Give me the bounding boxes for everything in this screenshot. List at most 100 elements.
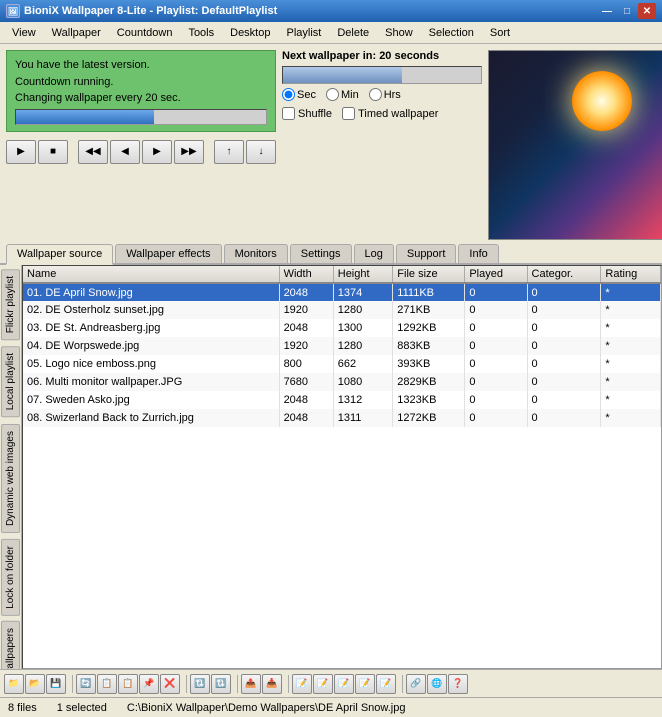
- tab-settings[interactable]: Settings: [290, 244, 352, 263]
- toolbar-button-8[interactable]: ❌: [160, 674, 180, 694]
- top-panel: You have the latest version. Countdown r…: [0, 44, 662, 244]
- tab-wallpaper-effects[interactable]: Wallpaper effects: [115, 244, 221, 263]
- menu-item-sort[interactable]: Sort: [482, 25, 518, 41]
- prev-prev-button[interactable]: ◀◀: [78, 140, 108, 164]
- toolbar-button-22[interactable]: 🔗: [406, 674, 426, 694]
- table-row[interactable]: 01. DE April Snow.jpg204813741111KB00*: [23, 283, 661, 301]
- toolbar-button-10[interactable]: 🔃: [190, 674, 210, 694]
- menu-item-tools[interactable]: Tools: [180, 25, 222, 41]
- status-line3: Changing wallpaper every 20 sec.: [15, 90, 267, 107]
- sidebar-tab-dynamic-web-images[interactable]: Dynamic web images: [1, 424, 20, 533]
- menu-item-playlist[interactable]: Playlist: [278, 25, 329, 41]
- menu-item-wallpaper[interactable]: Wallpaper: [44, 25, 109, 41]
- close-button[interactable]: ✕: [638, 3, 656, 19]
- maximize-button[interactable]: □: [618, 3, 636, 19]
- play-button[interactable]: ▶: [6, 140, 36, 164]
- cell-name: 03. DE St. Andreasberg.jpg: [23, 319, 279, 337]
- toolbar-button-4[interactable]: 🔄: [76, 674, 96, 694]
- shuffle-label: Shuffle: [298, 108, 332, 120]
- tab-monitors[interactable]: Monitors: [224, 244, 288, 263]
- cell-width: 2048: [279, 409, 333, 427]
- toolbar-button-2[interactable]: 💾: [46, 674, 66, 694]
- column-header-file-size[interactable]: File size: [393, 266, 465, 283]
- toolbar-button-16[interactable]: 📝: [292, 674, 312, 694]
- toolbar-button-11[interactable]: 🔃: [211, 674, 231, 694]
- table-row[interactable]: 05. Logo nice emboss.png800662393KB00*: [23, 355, 661, 373]
- cell-height: 662: [333, 355, 393, 373]
- toolbar-button-14[interactable]: 📥: [262, 674, 282, 694]
- prev-button[interactable]: ◀: [110, 140, 140, 164]
- cell-categor.: 0: [527, 337, 601, 355]
- toolbar-separator: [399, 675, 403, 693]
- hrs-radio-group: Hrs: [369, 88, 401, 101]
- cell-file-size: 1323KB: [393, 391, 465, 409]
- toolbar-separator: [234, 675, 238, 693]
- sidebar-tab-flickr-playlist[interactable]: Flickr playlist: [1, 269, 20, 340]
- cell-rating: *: [601, 337, 661, 355]
- menu-item-view[interactable]: View: [4, 25, 44, 41]
- column-header-name[interactable]: Name: [23, 266, 279, 283]
- cell-height: 1300: [333, 319, 393, 337]
- selected-count: 1 selected: [57, 702, 107, 714]
- column-header-rating[interactable]: Rating: [601, 266, 661, 283]
- toolbar-button-18[interactable]: 📝: [334, 674, 354, 694]
- column-header-height[interactable]: Height: [333, 266, 393, 283]
- toolbar-button-19[interactable]: 📝: [355, 674, 375, 694]
- min-radio[interactable]: [326, 88, 339, 101]
- menu-item-selection[interactable]: Selection: [421, 25, 482, 41]
- menu-item-countdown[interactable]: Countdown: [109, 25, 181, 41]
- column-header-categor.[interactable]: Categor.: [527, 266, 601, 283]
- menu-item-show[interactable]: Show: [377, 25, 421, 41]
- toolbar-button-5[interactable]: 📋: [97, 674, 117, 694]
- column-header-played[interactable]: Played: [465, 266, 527, 283]
- cell-name: 08. Swizerland Back to Zurrich.jpg: [23, 409, 279, 427]
- tab-log[interactable]: Log: [354, 244, 394, 263]
- toolbar-button-13[interactable]: 📤: [241, 674, 261, 694]
- info-panel: You have the latest version. Countdown r…: [6, 50, 276, 238]
- toolbar-button-17[interactable]: 📝: [313, 674, 333, 694]
- sidebar-tab-lock-on-folder[interactable]: Lock on folder: [1, 539, 20, 616]
- file-list-area: NameWidthHeightFile sizePlayedCategor.Ra…: [22, 265, 662, 669]
- down-button[interactable]: ↓: [246, 140, 276, 164]
- cell-width: 1920: [279, 337, 333, 355]
- cell-rating: *: [601, 391, 661, 409]
- toolbar-button-0[interactable]: 📁: [4, 674, 24, 694]
- next-next-button[interactable]: ▶▶: [174, 140, 204, 164]
- table-row[interactable]: 04. DE Worpswede.jpg19201280883KB00*: [23, 337, 661, 355]
- toolbar-button-20[interactable]: 📝: [376, 674, 396, 694]
- column-header-width[interactable]: Width: [279, 266, 333, 283]
- tab-support[interactable]: Support: [396, 244, 457, 263]
- tab-info[interactable]: Info: [458, 244, 498, 263]
- table-row[interactable]: 03. DE St. Andreasberg.jpg204813001292KB…: [23, 319, 661, 337]
- toolbar-button-1[interactable]: 📂: [25, 674, 45, 694]
- toolbar-button-6[interactable]: 📋: [118, 674, 138, 694]
- toolbar-button-23[interactable]: 🌐: [427, 674, 447, 694]
- table-row[interactable]: 08. Swizerland Back to Zurrich.jpg204813…: [23, 409, 661, 427]
- tab-wallpaper-source[interactable]: Wallpaper source: [6, 244, 113, 265]
- stop-button[interactable]: ■: [38, 140, 68, 164]
- up-button[interactable]: ↑: [214, 140, 244, 164]
- cell-name: 02. DE Osterholz sunset.jpg: [23, 301, 279, 319]
- timed-checkbox[interactable]: [342, 107, 355, 120]
- cell-file-size: 1292KB: [393, 319, 465, 337]
- menu-item-delete[interactable]: Delete: [329, 25, 377, 41]
- sidebar-tab-local-playlist[interactable]: Local playlist: [1, 346, 20, 417]
- cell-rating: *: [601, 373, 661, 391]
- table-row[interactable]: 02. DE Osterholz sunset.jpg19201280271KB…: [23, 301, 661, 319]
- app-icon: 🖼: [6, 4, 20, 18]
- toolbar-separator: [183, 675, 187, 693]
- hrs-radio[interactable]: [369, 88, 382, 101]
- minimize-button[interactable]: —: [598, 3, 616, 19]
- table-row[interactable]: 07. Sweden Asko.jpg204813121323KB00*: [23, 391, 661, 409]
- toolbar-button-7[interactable]: 📌: [139, 674, 159, 694]
- cell-rating: *: [601, 283, 661, 301]
- table-row[interactable]: 06. Multi monitor wallpaper.JPG768010802…: [23, 373, 661, 391]
- next-button[interactable]: ▶: [142, 140, 172, 164]
- shuffle-checkbox[interactable]: [282, 107, 295, 120]
- sec-radio[interactable]: [282, 88, 295, 101]
- time-units: Sec Min Hrs: [282, 88, 482, 101]
- toolbar-button-24[interactable]: ❓: [448, 674, 468, 694]
- menu-item-desktop[interactable]: Desktop: [222, 25, 278, 41]
- sidebar-tab-devnight-wallpapers[interactable]: DevNight wallpapers: [1, 621, 20, 669]
- cell-rating: *: [601, 409, 661, 427]
